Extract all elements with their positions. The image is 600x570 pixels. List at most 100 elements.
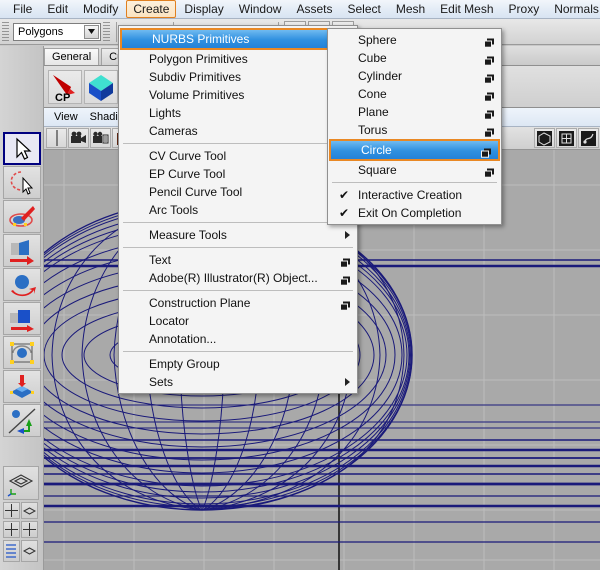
menu-normals[interactable]: Normals [547,0,600,18]
wireframe-display-icon[interactable] [556,128,577,148]
menu-select[interactable]: Select [340,0,387,18]
menu-item-adobe-r-illustrator-r-object[interactable]: Adobe(R) Illustrator(R) Object... [119,269,357,287]
menu-item-construction-plane[interactable]: Construction Plane [119,294,357,312]
universal-manipulator-button[interactable] [2,336,41,369]
option-box-icon[interactable] [340,273,351,286]
rotate-tool-button[interactable] [2,268,41,301]
menu-create[interactable]: Create [126,0,177,18]
layout-row-2 [3,521,41,538]
menu-item-label: Empty Group [149,357,220,371]
menu-item-label: Measure Tools [149,228,227,242]
toolbar-gripper-2[interactable] [103,21,110,42]
menu-item-cylinder[interactable]: Cylinder [328,67,501,85]
option-box-icon[interactable] [484,125,495,138]
menu-mesh[interactable]: Mesh [389,0,432,18]
menu-item-plane[interactable]: Plane [328,103,501,121]
soft-modification-tool-button[interactable] [2,370,41,403]
menu-item-square[interactable]: Square [328,161,501,179]
menu-item-label: Plane [358,105,389,119]
menu-item-interactive-creation[interactable]: ✔ Interactive Creation [328,186,501,204]
camera-attributes-icon[interactable] [90,128,111,148]
toolbar-gripper[interactable] [2,21,9,42]
shelf-tab-general[interactable]: General [44,48,100,65]
menu-item-label: Annotation... [149,332,217,346]
menu-separator [123,247,353,248]
menu-item-label: Lights [149,106,182,120]
hypergraph-layout-button[interactable] [21,540,38,562]
layout-quad-button[interactable] [21,521,38,538]
option-box-icon[interactable] [484,165,495,178]
shelf-item-construction-plane[interactable]: CP [48,69,82,104]
option-box-icon[interactable] [484,35,495,48]
shelf-item-polygon-cube[interactable] [84,69,118,104]
menu-item-sphere[interactable]: Sphere [328,31,501,49]
menu-item-text[interactable]: Text [119,251,357,269]
menu-item-cone[interactable]: Cone [328,85,501,103]
menu-item-arc-tools[interactable]: Arc Tools [119,201,357,219]
menu-item-annotation[interactable]: Annotation... [119,330,357,348]
option-box-icon[interactable] [340,255,351,268]
menu-item-label: Square [358,163,397,177]
check-icon: ✔ [339,206,350,220]
menu-edit[interactable]: Edit [40,0,75,18]
menu-item-lights[interactable]: Lights [119,104,357,122]
menu-item-label: Circle [361,143,392,157]
menu-item-label: Pencil Curve Tool [149,185,243,199]
menu-item-polygon-primitives[interactable]: Polygon Primitives [119,50,357,68]
menu-item-locator[interactable]: Locator [119,312,357,330]
menu-item-cv-curve-tool[interactable]: CV Curve Tool [119,147,357,165]
last-tool-used-button[interactable] [2,404,41,437]
option-box-icon[interactable] [340,298,351,311]
menu-display[interactable]: Display [177,0,230,18]
menu-window[interactable]: Window [232,0,289,18]
menu-file[interactable]: File [6,0,39,18]
option-box-icon[interactable] [484,71,495,84]
layout-two-pane-button[interactable] [3,502,20,519]
menu-item-ep-curve-tool[interactable]: EP Curve Tool [119,165,357,183]
menu-item-exit-on-completion[interactable]: ✔ Exit On Completion [328,204,501,222]
viewport-gripper[interactable] [46,128,67,148]
select-tool-button[interactable] [2,132,41,165]
menu-item-pencil-curve-tool[interactable]: Pencil Curve Tool [119,183,357,201]
xray-display-icon[interactable] [578,128,599,148]
menu-assets[interactable]: Assets [289,0,339,18]
menu-edit-mesh[interactable]: Edit Mesh [433,0,500,18]
menu-item-torus[interactable]: Torus [328,121,501,139]
scale-tool-button[interactable] [2,302,41,335]
option-box-icon[interactable] [484,107,495,120]
menu-item-volume-primitives[interactable]: Volume Primitives [119,86,357,104]
paint-select-tool-button[interactable] [2,200,41,233]
layout-four-pane-button[interactable] [3,521,20,538]
menu-item-circle[interactable]: Circle [329,139,500,161]
menu-proxy[interactable]: Proxy [502,0,547,18]
chevron-down-icon[interactable] [84,24,99,39]
menu-item-label: Torus [358,123,388,137]
menu-item-cube[interactable]: Cube [328,49,501,67]
viewport-menu-view[interactable]: View [48,109,84,125]
layout-persp-button[interactable] [21,502,38,519]
menu-item-sets[interactable]: Sets [119,373,357,391]
menu-item-nurbs-primitives[interactable]: NURBS Primitives [120,28,356,50]
layout-single-perspective-button[interactable] [3,466,39,500]
lasso-select-tool-button[interactable] [2,166,41,199]
menu-item-empty-group[interactable]: Empty Group [119,355,357,373]
option-box-icon[interactable] [484,89,495,102]
menu-item-cameras[interactable]: Cameras [119,122,357,140]
outliner-persp-layout-button[interactable] [3,540,20,562]
shaded-display-icon[interactable] [534,128,555,148]
menu-separator [123,351,353,352]
menu-modify[interactable]: Modify [76,0,125,18]
menu-item-measure-tools[interactable]: Measure Tools [119,226,357,244]
menu-item-label: EP Curve Tool [149,167,226,181]
option-box-icon[interactable] [481,145,492,158]
option-box-icon[interactable] [484,53,495,66]
menu-item-label: Construction Plane [149,296,251,310]
menu-item-label: Exit On Completion [358,206,462,220]
menu-item-subdiv-primitives[interactable]: Subdiv Primitives [119,68,357,86]
menu-set-select[interactable]: Polygons [13,22,101,41]
svg-text:CP: CP [55,92,70,103]
move-tool-button[interactable] [2,234,41,267]
menu-separator [123,290,353,291]
menu-item-label: Subdiv Primitives [149,70,242,84]
select-camera-icon[interactable] [68,128,89,148]
